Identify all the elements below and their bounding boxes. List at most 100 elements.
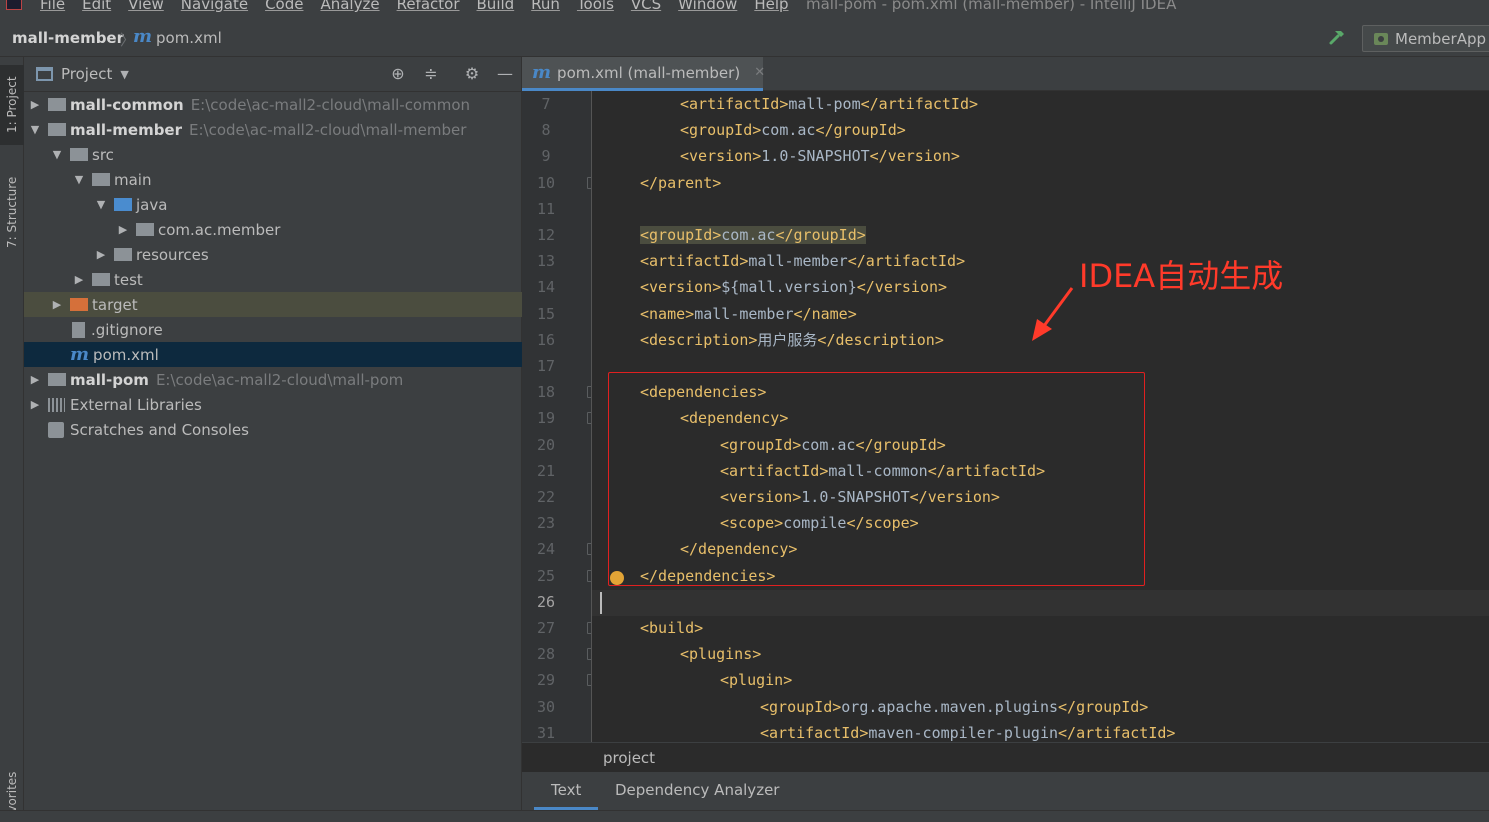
line-number: 31	[536, 724, 556, 742]
menu-file[interactable]: File	[40, 0, 65, 13]
run-configuration-selector[interactable]: MemberApp	[1362, 25, 1489, 52]
line-number: 14	[536, 278, 556, 296]
project-tree: ▶ mall-common E:\code\ac-mall2-cloud\mall-…	[24, 92, 522, 442]
collapsed-arrow-icon[interactable]: ▶	[50, 298, 64, 311]
annotation-highlight-box	[608, 372, 1145, 586]
xml-text: org.apache.maven.plugins	[841, 698, 1059, 716]
tree-item-mall-pom[interactable]: ▶ mall-pom E:\code\ac-mall2-cloud\mall-pom	[24, 367, 522, 392]
code-line: <plugins>	[680, 641, 761, 667]
menu-view[interactable]: View	[128, 0, 164, 13]
tree-item-label: com.ac.member	[158, 220, 281, 239]
navigation-bar: mall-member 〉 m pom.xml MemberApp	[0, 20, 1489, 57]
module-path: E:\code\ac-mall2-cloud\mall-pom	[155, 370, 404, 389]
annotation-text: IDEA自动生成	[1079, 257, 1284, 295]
xml-tag: </name>	[793, 305, 857, 323]
hide-panel-icon[interactable]: —	[496, 65, 514, 83]
collapsed-arrow-icon[interactable]: ▶	[94, 248, 108, 261]
code-content: <groupId>org.apache.maven.plugins</group…	[760, 698, 1148, 716]
menu-window[interactable]: Window	[678, 0, 737, 13]
settings-gear-icon[interactable]: ⚙	[463, 65, 481, 83]
menu-edit[interactable]: Edit	[82, 0, 111, 13]
left-tool-stripe: 1: Project 7: Structure avorites	[0, 57, 24, 822]
close-tab-icon[interactable]: ✕	[754, 65, 765, 80]
menu-bar: File Edit View Navigate Code Analyze Refactor B…	[0, 0, 1489, 20]
menu-navigate[interactable]: Navigate	[181, 0, 248, 13]
xml-tag: </groupId>	[1058, 698, 1149, 716]
collapsed-arrow-icon[interactable]: ▶	[116, 223, 130, 236]
tree-item-test[interactable]: ▶ test	[24, 267, 522, 292]
menu-run[interactable]: Run	[531, 0, 560, 13]
menu-analyze[interactable]: Analyze	[320, 0, 379, 13]
line-number: 29	[536, 671, 556, 689]
tree-item-java[interactable]: ▼ java	[24, 192, 522, 217]
project-tool-tab[interactable]: 1: Project	[0, 65, 24, 145]
tree-item-src[interactable]: ▼ src	[24, 142, 522, 167]
breadcrumb-project[interactable]: mall-member	[12, 29, 124, 47]
expanded-arrow-icon[interactable]: ▼	[94, 198, 108, 211]
project-view-selector[interactable]: Project ▼	[36, 65, 129, 83]
locate-file-icon[interactable]: ⊕	[389, 65, 407, 83]
expanded-arrow-icon[interactable]: ▼	[72, 173, 86, 186]
folder-icon	[114, 248, 132, 261]
code-content: <version>${mall.version}</version>	[640, 278, 947, 296]
collapsed-arrow-icon[interactable]: ▶	[72, 273, 86, 286]
xml-text: com.ac	[761, 121, 816, 139]
tree-item-pom-xml[interactable]: m pom.xml	[24, 342, 522, 367]
maven-file-icon: m	[70, 344, 90, 365]
tree-item-gitignore[interactable]: .gitignore	[24, 317, 522, 342]
menu-refactor[interactable]: Refactor	[397, 0, 460, 13]
tree-item-resources[interactable]: ▶ resources	[24, 242, 522, 267]
structure-tool-tab[interactable]: 7: Structure	[0, 167, 24, 257]
folder-icon	[48, 123, 66, 136]
project-panel-header: Project ▼ ⊕ ≑ ⚙ —	[24, 57, 522, 92]
xml-text: mall-member	[748, 252, 848, 270]
folder-icon	[48, 373, 66, 386]
xml-text: com.ac	[721, 226, 776, 244]
line-number: 22	[536, 488, 556, 506]
code-line: <version>${mall.version}</version>	[640, 274, 947, 300]
code-editor[interactable]: <artifactId>mall-pom</artifactId> <groupI…	[592, 91, 1489, 742]
collapsed-arrow-icon[interactable]: ▶	[28, 373, 42, 386]
expanded-arrow-icon[interactable]: ▼	[50, 148, 64, 161]
tree-item-com-ac-member[interactable]: ▶ com.ac.member	[24, 217, 522, 242]
ignore-file-icon	[72, 321, 85, 338]
collapsed-arrow-icon[interactable]: ▶	[28, 398, 42, 411]
menu-vcs[interactable]: VCS	[631, 0, 661, 13]
editor-gutter: 7 8 9 10 11 12 13 14 15 16 17 18 19 20 21 22 23 24 25 26 27 2…	[522, 91, 592, 742]
menu-build[interactable]: Build	[477, 0, 515, 13]
tree-item-label: target	[92, 295, 138, 314]
collapse-all-icon[interactable]: ≑	[422, 65, 440, 83]
editor-tab-pom-xml[interactable]: m pom.xml (mall-member) ✕	[522, 57, 765, 91]
collapsed-arrow-icon[interactable]: ▶	[28, 98, 42, 111]
tree-item-external-libraries[interactable]: ▶ External Libraries	[24, 392, 522, 417]
menu-tools[interactable]: Tools	[577, 0, 614, 13]
line-number: 20	[536, 436, 556, 454]
line-number: 16	[536, 331, 556, 349]
highlighted-code: <groupId>com.ac</groupId>	[640, 226, 866, 244]
tab-text[interactable]: Text	[534, 781, 599, 810]
line-number: 8	[541, 121, 551, 139]
tree-item-mall-common[interactable]: ▶ mall-common E:\code\ac-mall2-cloud\mall-…	[24, 92, 522, 117]
tree-item-label: resources	[136, 245, 209, 264]
tree-item-label: mall-member	[70, 120, 183, 139]
folder-icon	[92, 273, 110, 286]
tree-item-target[interactable]: ▶ target	[24, 292, 522, 317]
breadcrumb-file[interactable]: pom.xml	[156, 29, 222, 47]
editor-tab-bar: m pom.xml (mall-member) ✕	[522, 57, 1489, 91]
tree-item-label: .gitignore	[91, 320, 163, 339]
tree-item-main[interactable]: ▼ main	[24, 167, 522, 192]
text-caret	[600, 592, 602, 614]
intellij-logo-icon	[6, 0, 22, 10]
expanded-arrow-icon[interactable]: ▼	[28, 123, 42, 136]
xml-text: mall-member	[694, 305, 794, 323]
menu-code[interactable]: Code	[265, 0, 303, 13]
xml-breadcrumb-project[interactable]: project	[603, 749, 655, 767]
menu-help[interactable]: Help	[754, 0, 788, 13]
build-hammer-icon[interactable]	[1328, 28, 1346, 46]
tree-item-mall-member[interactable]: ▼ mall-member E:\code\ac-mall2-cloud\mall-…	[24, 117, 522, 142]
tree-item-scratches-and-consoles[interactable]: Scratches and Consoles	[24, 417, 522, 442]
tab-dependency-analyzer[interactable]: Dependency Analyzer	[615, 781, 779, 799]
line-number: 11	[536, 200, 556, 218]
line-number: 19	[536, 409, 556, 427]
xml-tag: <name>	[640, 305, 695, 323]
